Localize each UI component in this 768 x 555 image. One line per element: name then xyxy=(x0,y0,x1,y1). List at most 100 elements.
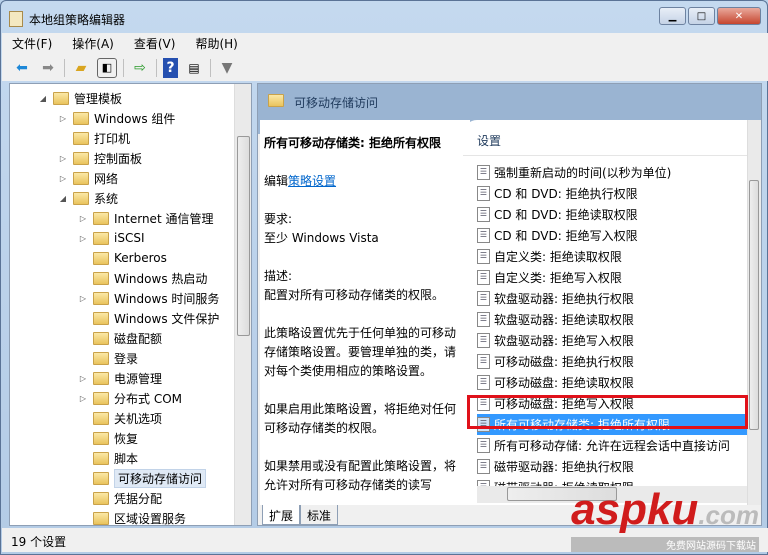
list-item-label: 自定义类: 拒绝写入权限 xyxy=(494,271,622,285)
tree-item[interactable]: ▷ 网络 xyxy=(58,168,118,188)
tree-item-label: 打印机 xyxy=(94,131,131,146)
help-icon[interactable]: ? xyxy=(163,57,178,78)
menu-action[interactable]: 操作(A) xyxy=(72,35,114,52)
tree-item[interactable]: ▷ 分布式 COM xyxy=(78,388,182,408)
tree-item[interactable]: Kerberos xyxy=(78,248,167,268)
list-item[interactable]: ☰ 可移动磁盘: 拒绝执行权限 xyxy=(477,351,747,372)
tree-item[interactable]: Windows 文件保护 xyxy=(78,308,219,328)
menu-file[interactable]: 文件(F) xyxy=(12,35,52,52)
folder-icon xyxy=(73,151,89,165)
list-item[interactable]: ☰ 强制重新启动的时间(以秒为单位) xyxy=(477,162,747,183)
list-item[interactable]: ☰ 自定义类: 拒绝读取权限 xyxy=(477,246,747,267)
folder-icon xyxy=(93,431,109,445)
policy-setting-icon: ☰ xyxy=(477,312,490,327)
tree-item-label: 电源管理 xyxy=(114,371,163,386)
expander-icon[interactable]: ▷ xyxy=(58,154,68,163)
scroll-thumb[interactable] xyxy=(749,180,759,430)
tree-item[interactable]: ▷ 控制面板 xyxy=(58,148,142,168)
expander-icon[interactable]: ◢ xyxy=(38,94,48,103)
back-icon[interactable]: ⬅ xyxy=(12,58,32,78)
list-item-label: 可移动磁盘: 拒绝读取权限 xyxy=(494,376,634,390)
tree-item[interactable]: ◢ 系统 xyxy=(58,188,118,208)
expander-icon[interactable]: ▷ xyxy=(78,374,88,383)
menu-help[interactable]: 帮助(H) xyxy=(195,35,237,52)
list-item[interactable]: ☰ CD 和 DVD: 拒绝写入权限 xyxy=(477,225,747,246)
policy-setting-icon: ☰ xyxy=(477,438,490,453)
tab-extended[interactable]: 扩展 xyxy=(262,505,301,525)
tree-item[interactable]: Windows 热启动 xyxy=(78,268,207,288)
expander-icon[interactable]: ▷ xyxy=(78,234,88,243)
policy-setting-icon: ☰ xyxy=(477,228,490,243)
show-hide-tree-icon[interactable]: ◧ xyxy=(97,57,117,78)
tree-item[interactable]: ◢ 管理模板 xyxy=(38,88,122,108)
list-item[interactable]: ☰ 软盘驱动器: 拒绝执行权限 xyxy=(477,288,747,309)
tree-item[interactable]: 磁盘配额 xyxy=(78,328,162,348)
maximize-button[interactable]: □ xyxy=(688,7,715,25)
scroll-thumb[interactable] xyxy=(237,136,250,336)
list-item[interactable]: ☰ CD 和 DVD: 拒绝读取权限 xyxy=(477,204,747,225)
list-scrollbar[interactable] xyxy=(747,120,761,505)
minimize-button[interactable]: ▁ xyxy=(659,7,686,25)
list-item-label: 软盘驱动器: 拒绝写入权限 xyxy=(494,334,634,348)
list-item[interactable]: ☰ 软盘驱动器: 拒绝写入权限 xyxy=(477,330,747,351)
tree-item[interactable]: 恢复 xyxy=(78,428,138,448)
tree-item-label: 系统 xyxy=(94,191,119,206)
details-pane: 可移动存储访问 所有可移动存储类: 拒绝所有权限 编辑策略设置 要求: 至少 Wi… xyxy=(257,83,762,526)
column-header-setting[interactable]: 设置 xyxy=(477,132,501,149)
menu-bar: 文件(F) 操作(A) 查看(V) 帮助(H) xyxy=(2,33,768,54)
list-item-label: 所有可移动存储: 允许在远程会话中直接访问 xyxy=(494,439,730,453)
tree-item-label: 关机选项 xyxy=(114,411,163,426)
tree-item[interactable]: ▷ Windows 组件 xyxy=(58,108,175,128)
tree-item[interactable]: ▷ iSCSI xyxy=(78,228,145,248)
filter-icon[interactable]: ▼ xyxy=(217,58,237,78)
list-item-label: 软盘驱动器: 拒绝读取权限 xyxy=(494,313,634,327)
tree-item-label: 管理模板 xyxy=(74,91,123,106)
watermark: aspku.com 免费网站源码下载站 xyxy=(571,488,759,552)
close-button[interactable]: ✕ xyxy=(717,7,761,25)
policy-setting-icon: ☰ xyxy=(477,270,490,285)
expander-icon[interactable]: ◢ xyxy=(58,194,68,203)
export-list-icon[interactable]: ⇨ xyxy=(130,58,150,78)
list-item[interactable]: ☰ CD 和 DVD: 拒绝执行权限 xyxy=(477,183,747,204)
list-item[interactable]: ☰ 所有可移动存储: 允许在远程会话中直接访问 xyxy=(477,435,747,456)
edit-policy-link[interactable]: 策略设置 xyxy=(288,174,336,188)
tree-item-label: 可移动存储访问 xyxy=(114,468,207,488)
list-item[interactable]: ☰ 可移动磁盘: 拒绝读取权限 xyxy=(477,372,747,393)
expander-icon[interactable]: ▷ xyxy=(58,174,68,183)
tree-item[interactable]: ▷ Windows 时间服务 xyxy=(78,288,219,308)
tree-item[interactable]: ▷ Internet 通信管理 xyxy=(78,208,213,228)
tree-item-label: 区域设置服务 xyxy=(114,511,187,526)
tree-item[interactable]: 脚本 xyxy=(78,448,138,468)
up-folder-icon[interactable]: ▰ xyxy=(71,58,91,78)
tree-item-label: Windows 时间服务 xyxy=(114,291,220,306)
list-item[interactable]: ☰ 自定义类: 拒绝写入权限 xyxy=(477,267,747,288)
menu-view[interactable]: 查看(V) xyxy=(134,35,176,52)
tree-item-label: 网络 xyxy=(94,171,119,186)
expander-icon[interactable]: ▷ xyxy=(58,114,68,123)
tree-item[interactable]: 登录 xyxy=(78,348,138,368)
tab-standard[interactable]: 标准 xyxy=(300,505,339,525)
tree-item[interactable]: 打印机 xyxy=(58,128,130,148)
expander-icon[interactable]: ▷ xyxy=(78,294,88,303)
folder-icon xyxy=(93,231,109,245)
list-item[interactable]: ☰ 软盘驱动器: 拒绝读取权限 xyxy=(477,309,747,330)
tree-item[interactable]: 区域设置服务 xyxy=(78,508,187,526)
policy-setting-icon: ☰ xyxy=(477,459,490,474)
list-item-label: 自定义类: 拒绝读取权限 xyxy=(494,250,622,264)
expander-icon[interactable]: ▷ xyxy=(78,394,88,403)
tree-item[interactable]: 可移动存储访问 xyxy=(78,468,207,488)
forward-icon[interactable]: ➡ xyxy=(38,58,58,78)
toolbar-separator xyxy=(156,58,157,77)
tree-scrollbar[interactable] xyxy=(234,84,251,525)
folder-icon xyxy=(93,311,109,325)
folder-icon xyxy=(93,271,109,285)
tree-item-label: Windows 组件 xyxy=(94,111,176,126)
annotation-highlight-box xyxy=(467,395,748,429)
tree-item[interactable]: ▷ 电源管理 xyxy=(78,368,162,388)
tree-item[interactable]: 凭据分配 xyxy=(78,488,162,508)
tree-item[interactable]: 关机选项 xyxy=(78,408,162,428)
folder-icon xyxy=(73,131,89,145)
expander-icon[interactable]: ▷ xyxy=(78,214,88,223)
list-item[interactable]: ☰ 磁带驱动器: 拒绝执行权限 xyxy=(477,456,747,477)
properties-icon[interactable]: ▤ xyxy=(184,58,204,78)
